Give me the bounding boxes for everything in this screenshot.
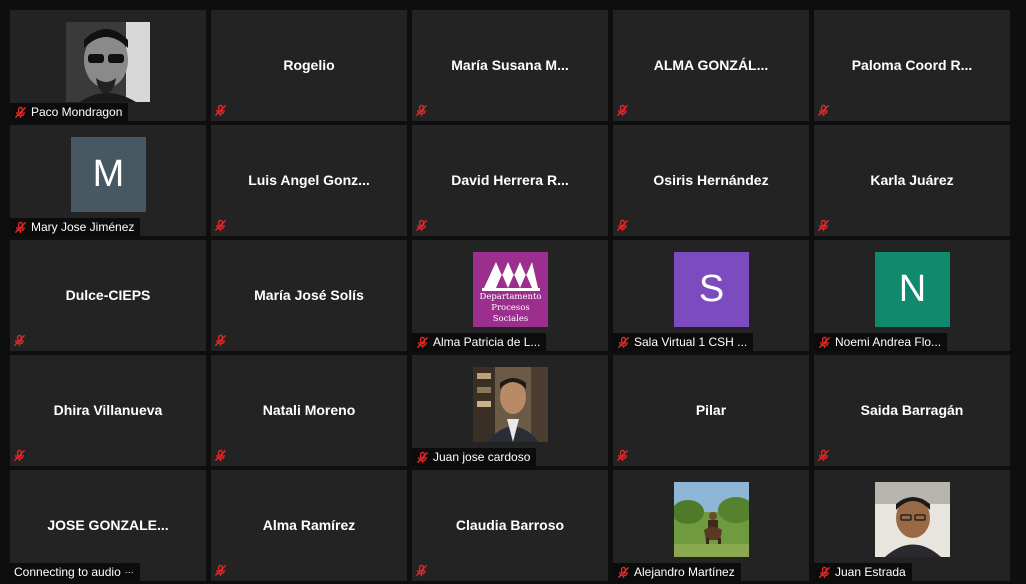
participant-label: Noemi Andrea Flo... [814,333,948,351]
avatar: M [71,137,146,212]
participant-tile[interactable]: M Mary Jose Jiménez [10,125,206,236]
participant-label: Paco Mondragon [10,103,129,121]
participant-name: Claudia Barroso [455,517,565,533]
participant-label-name: Noemi Andrea Flo... [835,335,942,349]
participant-name: María José Solís [254,287,364,303]
participant-tile[interactable]: David Herrera R... [412,125,608,236]
department-logo: Departamento Procesos Sociales [473,252,548,327]
participant-name: Rogelio [283,57,335,73]
microphone-muted-icon [415,564,429,578]
participant-tile[interactable]: Alma Ramírez [211,470,407,581]
microphone-muted-icon [817,104,831,118]
microphone-muted-icon [616,219,630,233]
participant-tile[interactable]: Juan Estrada [814,470,1010,581]
participant-tile[interactable]: Dulce-CIEPS [10,240,206,351]
participant-name: Natali Moreno [262,402,356,418]
logo-text-line2: Procesos Sociales [491,303,530,324]
microphone-muted-icon [616,449,630,463]
participant-tile[interactable]: Juan jose cardoso [412,355,608,466]
participant-tile[interactable]: Departamento Procesos Sociales Alma Patri… [412,240,608,351]
participant-tile[interactable]: JOSE GONZALE... Connecting to audio ··· [10,470,206,581]
participant-name: Pilar [695,402,727,418]
avatar: N [875,252,950,327]
microphone-muted-icon [617,566,630,579]
participant-tile[interactable]: María José Solís [211,240,407,351]
microphone-muted-icon [416,336,429,349]
participant-name: Dhira Villanueva [53,402,163,418]
participant-label: Juan Estrada [814,563,912,581]
participant-tile[interactable]: N Noemi Andrea Flo... [814,240,1010,351]
participant-tile[interactable]: Rogelio [211,10,407,121]
participant-tile[interactable]: Dhira Villanueva [10,355,206,466]
avatar: S [674,252,749,327]
participant-label: Mary Jose Jiménez [10,218,141,236]
participant-photo [473,367,548,442]
participant-tile[interactable]: Osiris Hernández [613,125,809,236]
participant-photo [674,482,749,557]
audio-status-text: Connecting to audio [14,565,121,579]
participant-tile[interactable]: ALMA GONZÁL... [613,10,809,121]
participant-tile[interactable]: Natali Moreno [211,355,407,466]
microphone-muted-icon [214,219,228,233]
participant-label: Juan jose cardoso [412,448,537,466]
participant-label-name: Paco Mondragon [31,105,123,119]
participant-label-name: Alma Patricia de L... [433,335,541,349]
microphone-muted-icon [616,104,630,118]
participant-tile[interactable]: Pilar [613,355,809,466]
participant-label-name: Sala Virtual 1 CSH ... [634,335,748,349]
participant-label: Sala Virtual 1 CSH ... [613,333,754,351]
participant-name: ALMA GONZÁL... [653,57,769,73]
participant-tile[interactable]: Claudia Barroso [412,470,608,581]
microphone-muted-icon [817,449,831,463]
microphone-muted-icon [415,219,429,233]
microphone-muted-icon [416,451,429,464]
participant-name: Alma Ramírez [262,517,356,533]
microphone-muted-icon [214,449,228,463]
participant-label-name: Alejandro Martínez [634,565,735,579]
participant-label-name: Juan jose cardoso [433,450,531,464]
participant-name: Dulce-CIEPS [65,287,151,303]
participant-label: Alma Patricia de L... [412,333,547,351]
participant-name: Osiris Hernández [653,172,769,188]
participant-tile[interactable]: Paco Mondragon [10,10,206,121]
participant-tile[interactable]: Alejandro Martínez [613,470,809,581]
participant-photo [66,22,150,102]
participant-tile[interactable]: Saida Barragán [814,355,1010,466]
participant-label-name: Mary Jose Jiménez [31,220,135,234]
participant-name: Saida Barragán [860,402,964,418]
participant-label: Alejandro Martínez [613,563,741,581]
microphone-muted-icon [14,106,27,119]
loading-dots-icon: ··· [124,567,134,577]
microphone-muted-icon [617,336,630,349]
participant-label-name: Juan Estrada [835,565,906,579]
microphone-muted-icon [818,336,831,349]
participant-name: JOSE GONZALE... [47,517,169,533]
participant-grid: Paco Mondragon Rogelio María Susana M... … [10,10,1010,581]
participant-name: Karla Juárez [870,172,954,188]
participant-tile[interactable]: S Sala Virtual 1 CSH ... [613,240,809,351]
microphone-muted-icon [817,219,831,233]
microphone-muted-icon [13,334,27,348]
microphone-muted-icon [214,564,228,578]
participant-name: Luis Angel Gonz... [248,172,370,188]
logo-text-line1: Departamento [479,292,542,302]
participant-name: María Susana M... [451,57,569,73]
participant-tile[interactable]: María Susana M... [412,10,608,121]
microphone-muted-icon [13,449,27,463]
participant-tile[interactable]: Karla Juárez [814,125,1010,236]
audio-status-label: Connecting to audio ··· [10,563,140,581]
participant-tile[interactable]: Luis Angel Gonz... [211,125,407,236]
microphone-muted-icon [214,334,228,348]
microphone-muted-icon [818,566,831,579]
participant-tile[interactable]: Paloma Coord R... [814,10,1010,121]
microphone-muted-icon [415,104,429,118]
participant-photo [875,482,950,557]
participant-name: David Herrera R... [451,172,569,188]
participant-name: Paloma Coord R... [851,57,973,73]
microphone-muted-icon [14,221,27,234]
microphone-muted-icon [214,104,228,118]
